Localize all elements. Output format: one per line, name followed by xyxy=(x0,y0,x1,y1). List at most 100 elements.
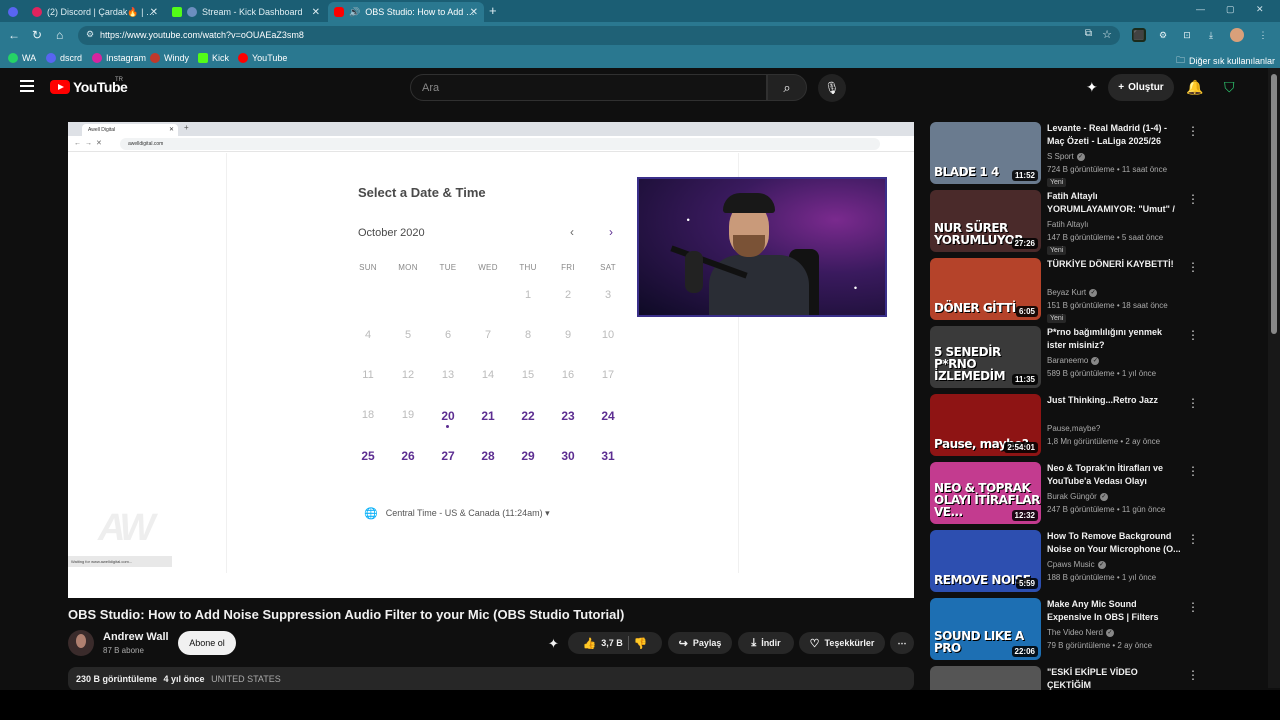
dislike-icon[interactable]: 👎 xyxy=(634,637,648,650)
download-button[interactable]: ⤓ İndir xyxy=(738,632,794,654)
other-bookmarks[interactable]: 🗀 Diğer sık kullanılanlar xyxy=(1176,53,1275,69)
new-tab-button[interactable]: + xyxy=(489,3,497,18)
tab-discord[interactable]: (2) Discord | Çardak🔥 | Seli ✕ xyxy=(26,2,164,22)
install-app-icon[interactable]: ⧉ xyxy=(1085,28,1092,39)
account-avatar[interactable]: ⛉ xyxy=(1224,79,1235,96)
recommendation-item[interactable]: SOUND LIKE A PRO 22:06 Make Any Mic Sound … xyxy=(930,598,1260,664)
recommendation-title[interactable]: Fatih Altaylı YORUMLAYAMIYOR: "Umut" / .… xyxy=(1047,190,1183,216)
bookmark-windy[interactable]: Windy xyxy=(150,53,189,63)
thanks-button[interactable]: ♡ Teşekkürler xyxy=(799,632,885,654)
more-options-icon[interactable]: ⋮ xyxy=(1187,464,1199,478)
search-button[interactable]: ⌕ xyxy=(767,74,807,101)
page-scrollbar[interactable] xyxy=(1268,68,1280,688)
recommendation-channel[interactable]: Cpaws Music ✓ xyxy=(1047,560,1106,569)
extension-icon[interactable]: ⬛ xyxy=(1132,28,1146,42)
more-options-icon[interactable]: ⋮ xyxy=(1187,260,1199,274)
bookmark-wa[interactable]: WA xyxy=(8,53,36,63)
tab-youtube[interactable]: 🔊 OBS Studio: How to Add Noi ✕ xyxy=(328,2,484,22)
recommendation-item[interactable]: REMOVE NOISE 5:59 How To Remove Background… xyxy=(930,530,1260,596)
video-player[interactable]: Awell Digital ✕ + ←→✕ awelldigital.com S… xyxy=(68,122,914,598)
recommendation-title[interactable]: "ESKİ EKİPLE VİDEO ÇEKTİĞİM xyxy=(1047,666,1183,692)
more-options-icon[interactable]: ⋮ xyxy=(1187,668,1199,682)
recommendation-item[interactable]: Pause, maybe? 2:54:01 Just Thinking...Retr… xyxy=(930,394,1260,460)
video-thumbnail[interactable]: DÖNER GİTTİ 6:05 xyxy=(930,258,1041,320)
ask-ai-icon[interactable]: ✦ xyxy=(548,636,559,652)
hamburger-menu-icon[interactable] xyxy=(20,80,34,95)
video-thumbnail[interactable]: REMOVE NOISE 5:59 xyxy=(930,530,1041,592)
recommendation-title[interactable]: TÜRKİYE DÖNERİ KAYBETTİ! xyxy=(1047,258,1183,271)
more-actions-button[interactable]: ⋯ xyxy=(890,632,914,654)
companion-icon[interactable]: ✦ xyxy=(1086,79,1098,96)
window-close-button[interactable]: ✕ xyxy=(1256,4,1264,15)
site-info-icon[interactable]: ⚙ xyxy=(86,29,94,40)
youtube-icon xyxy=(238,53,248,63)
speaker-icon[interactable]: 🔊 xyxy=(349,7,360,18)
recommendation-channel[interactable]: Fatih Altaylı xyxy=(1047,220,1088,229)
video-thumbnail[interactable]: BLADE 1 4 11:52 xyxy=(930,122,1041,184)
tab-pinned[interactable] xyxy=(2,2,28,22)
more-options-icon[interactable]: ⋮ xyxy=(1187,328,1199,342)
recommendation-title[interactable]: Neo & Toprak'ın İtirafları ve YouTube'a … xyxy=(1047,462,1183,488)
recommendation-item[interactable]: DÖNER GİTTİ 6:05 TÜRKİYE DÖNERİ KAYBETTİ! B… xyxy=(930,258,1260,324)
profile-avatar[interactable] xyxy=(1230,28,1244,42)
recommendation-channel[interactable]: The Video Nerd ✓ xyxy=(1047,628,1114,637)
more-options-icon[interactable]: ⋮ xyxy=(1187,600,1199,614)
recommendation-item[interactable]: 5 SENEDİR P*RNO İZLEMEDİM 11:35 P*rno bağı… xyxy=(930,326,1260,392)
video-thumbnail[interactable]: Pause, maybe? 2:54:01 xyxy=(930,394,1041,456)
recommendation-title[interactable]: Just Thinking...Retro Jazz xyxy=(1047,394,1183,407)
recommendation-channel[interactable]: Baraneemo ✓ xyxy=(1047,356,1100,365)
video-thumbnail[interactable]: NUR SÜRER YORUMLUYOR 27:26 xyxy=(930,190,1041,252)
video-thumbnail[interactable]: SOUND LIKE A PRO 22:06 xyxy=(930,598,1041,660)
bookmark-dscrd[interactable]: dscrd xyxy=(46,53,82,63)
close-icon[interactable]: ✕ xyxy=(150,7,158,18)
maximize-button[interactable]: ▢ xyxy=(1226,4,1235,15)
recommendation-title[interactable]: Make Any Mic Sound Expensive In OBS | Fi… xyxy=(1047,598,1183,624)
notifications-bell-icon[interactable]: 🔔 xyxy=(1186,79,1203,96)
more-options-icon[interactable]: ⋮ xyxy=(1187,532,1199,546)
description-box[interactable]: 230 B görüntüleme 4 yıl önce UNITED STAT… xyxy=(68,667,914,691)
like-count[interactable]: 3,7 B xyxy=(601,638,623,648)
close-icon[interactable]: ✕ xyxy=(312,7,320,18)
menu-icon[interactable]: ⋮ xyxy=(1256,28,1270,42)
search-input[interactable]: Ara xyxy=(410,74,767,101)
more-options-icon[interactable]: ⋮ xyxy=(1187,124,1199,138)
more-options-icon[interactable]: ⋮ xyxy=(1187,192,1199,206)
video-thumbnail[interactable]: 5 SENEDİR P*RNO İZLEMEDİM 11:35 xyxy=(930,326,1041,388)
channel-name[interactable]: Andrew Wall xyxy=(103,631,169,643)
video-thumbnail[interactable]: NEO & TOPRAK OLAYI İTİRAFLAR VE... 12:32 xyxy=(930,462,1041,524)
scrollbar-thumb[interactable] xyxy=(1271,74,1277,334)
reload-button[interactable]: ↻ xyxy=(32,28,42,42)
bookmark-star-icon[interactable]: ☆ xyxy=(1102,28,1112,41)
recommendation-item[interactable]: NUR SÜRER YORUMLUYOR 27:26 Fatih Altaylı Y… xyxy=(930,190,1260,256)
address-bar[interactable]: ⚙ https://www.youtube.com/watch?v=oOUAEa… xyxy=(78,26,1120,45)
url-text[interactable]: https://www.youtube.com/watch?v=oOUAEaZ3… xyxy=(100,30,304,40)
recommendation-channel[interactable]: S Sport ✓ xyxy=(1047,152,1085,161)
home-button[interactable]: ⌂ xyxy=(56,28,63,42)
downloads-icon[interactable]: ⤓ xyxy=(1204,28,1218,42)
bookmark-instagram[interactable]: Instagram xyxy=(92,53,146,63)
extensions-puzzle-icon[interactable]: ⚙ xyxy=(1156,28,1170,42)
tab-kick[interactable]: Stream - Kick Dashboard ✕ xyxy=(166,2,326,22)
share-button[interactable]: ↪ Paylaş xyxy=(668,632,732,654)
create-button[interactable]: + Oluştur xyxy=(1108,74,1174,101)
recommendation-item[interactable]: BLADE 1 4 11:52 Levante - Real Madrid (1-4… xyxy=(930,122,1260,188)
tab-search-icon[interactable]: ⊡ xyxy=(1180,28,1194,42)
recommendation-title[interactable]: P*rno bağımlılığını yenmek ister misiniz… xyxy=(1047,326,1183,352)
calendar-day: 8 xyxy=(524,329,532,341)
recommendation-channel[interactable]: Beyaz Kurt ✓ xyxy=(1047,288,1098,297)
channel-avatar[interactable] xyxy=(68,630,94,656)
minimize-button[interactable]: — xyxy=(1196,4,1205,14)
bookmark-youtube[interactable]: YouTube xyxy=(238,53,287,63)
recommendation-item[interactable]: NEO & TOPRAK OLAYI İTİRAFLAR VE... 12:32 N… xyxy=(930,462,1260,528)
subscribe-button[interactable]: Abone ol xyxy=(178,631,236,655)
recommendation-title[interactable]: Levante - Real Madrid (1-4) - Maç Özeti … xyxy=(1047,122,1183,148)
voice-search-button[interactable]: 🎙 xyxy=(818,74,846,102)
bookmark-kick[interactable]: Kick xyxy=(198,53,229,63)
recommendation-title[interactable]: How To Remove Background Noise on Your M… xyxy=(1047,530,1183,556)
more-options-icon[interactable]: ⋮ xyxy=(1187,396,1199,410)
recommendation-channel[interactable]: Pause,maybe? xyxy=(1047,424,1100,433)
like-icon[interactable]: 👍 xyxy=(583,637,597,650)
recommendation-channel[interactable]: Burak Güngör ✓ xyxy=(1047,492,1108,501)
close-icon[interactable]: ✕ xyxy=(470,7,478,18)
back-button[interactable]: ← xyxy=(8,28,20,42)
